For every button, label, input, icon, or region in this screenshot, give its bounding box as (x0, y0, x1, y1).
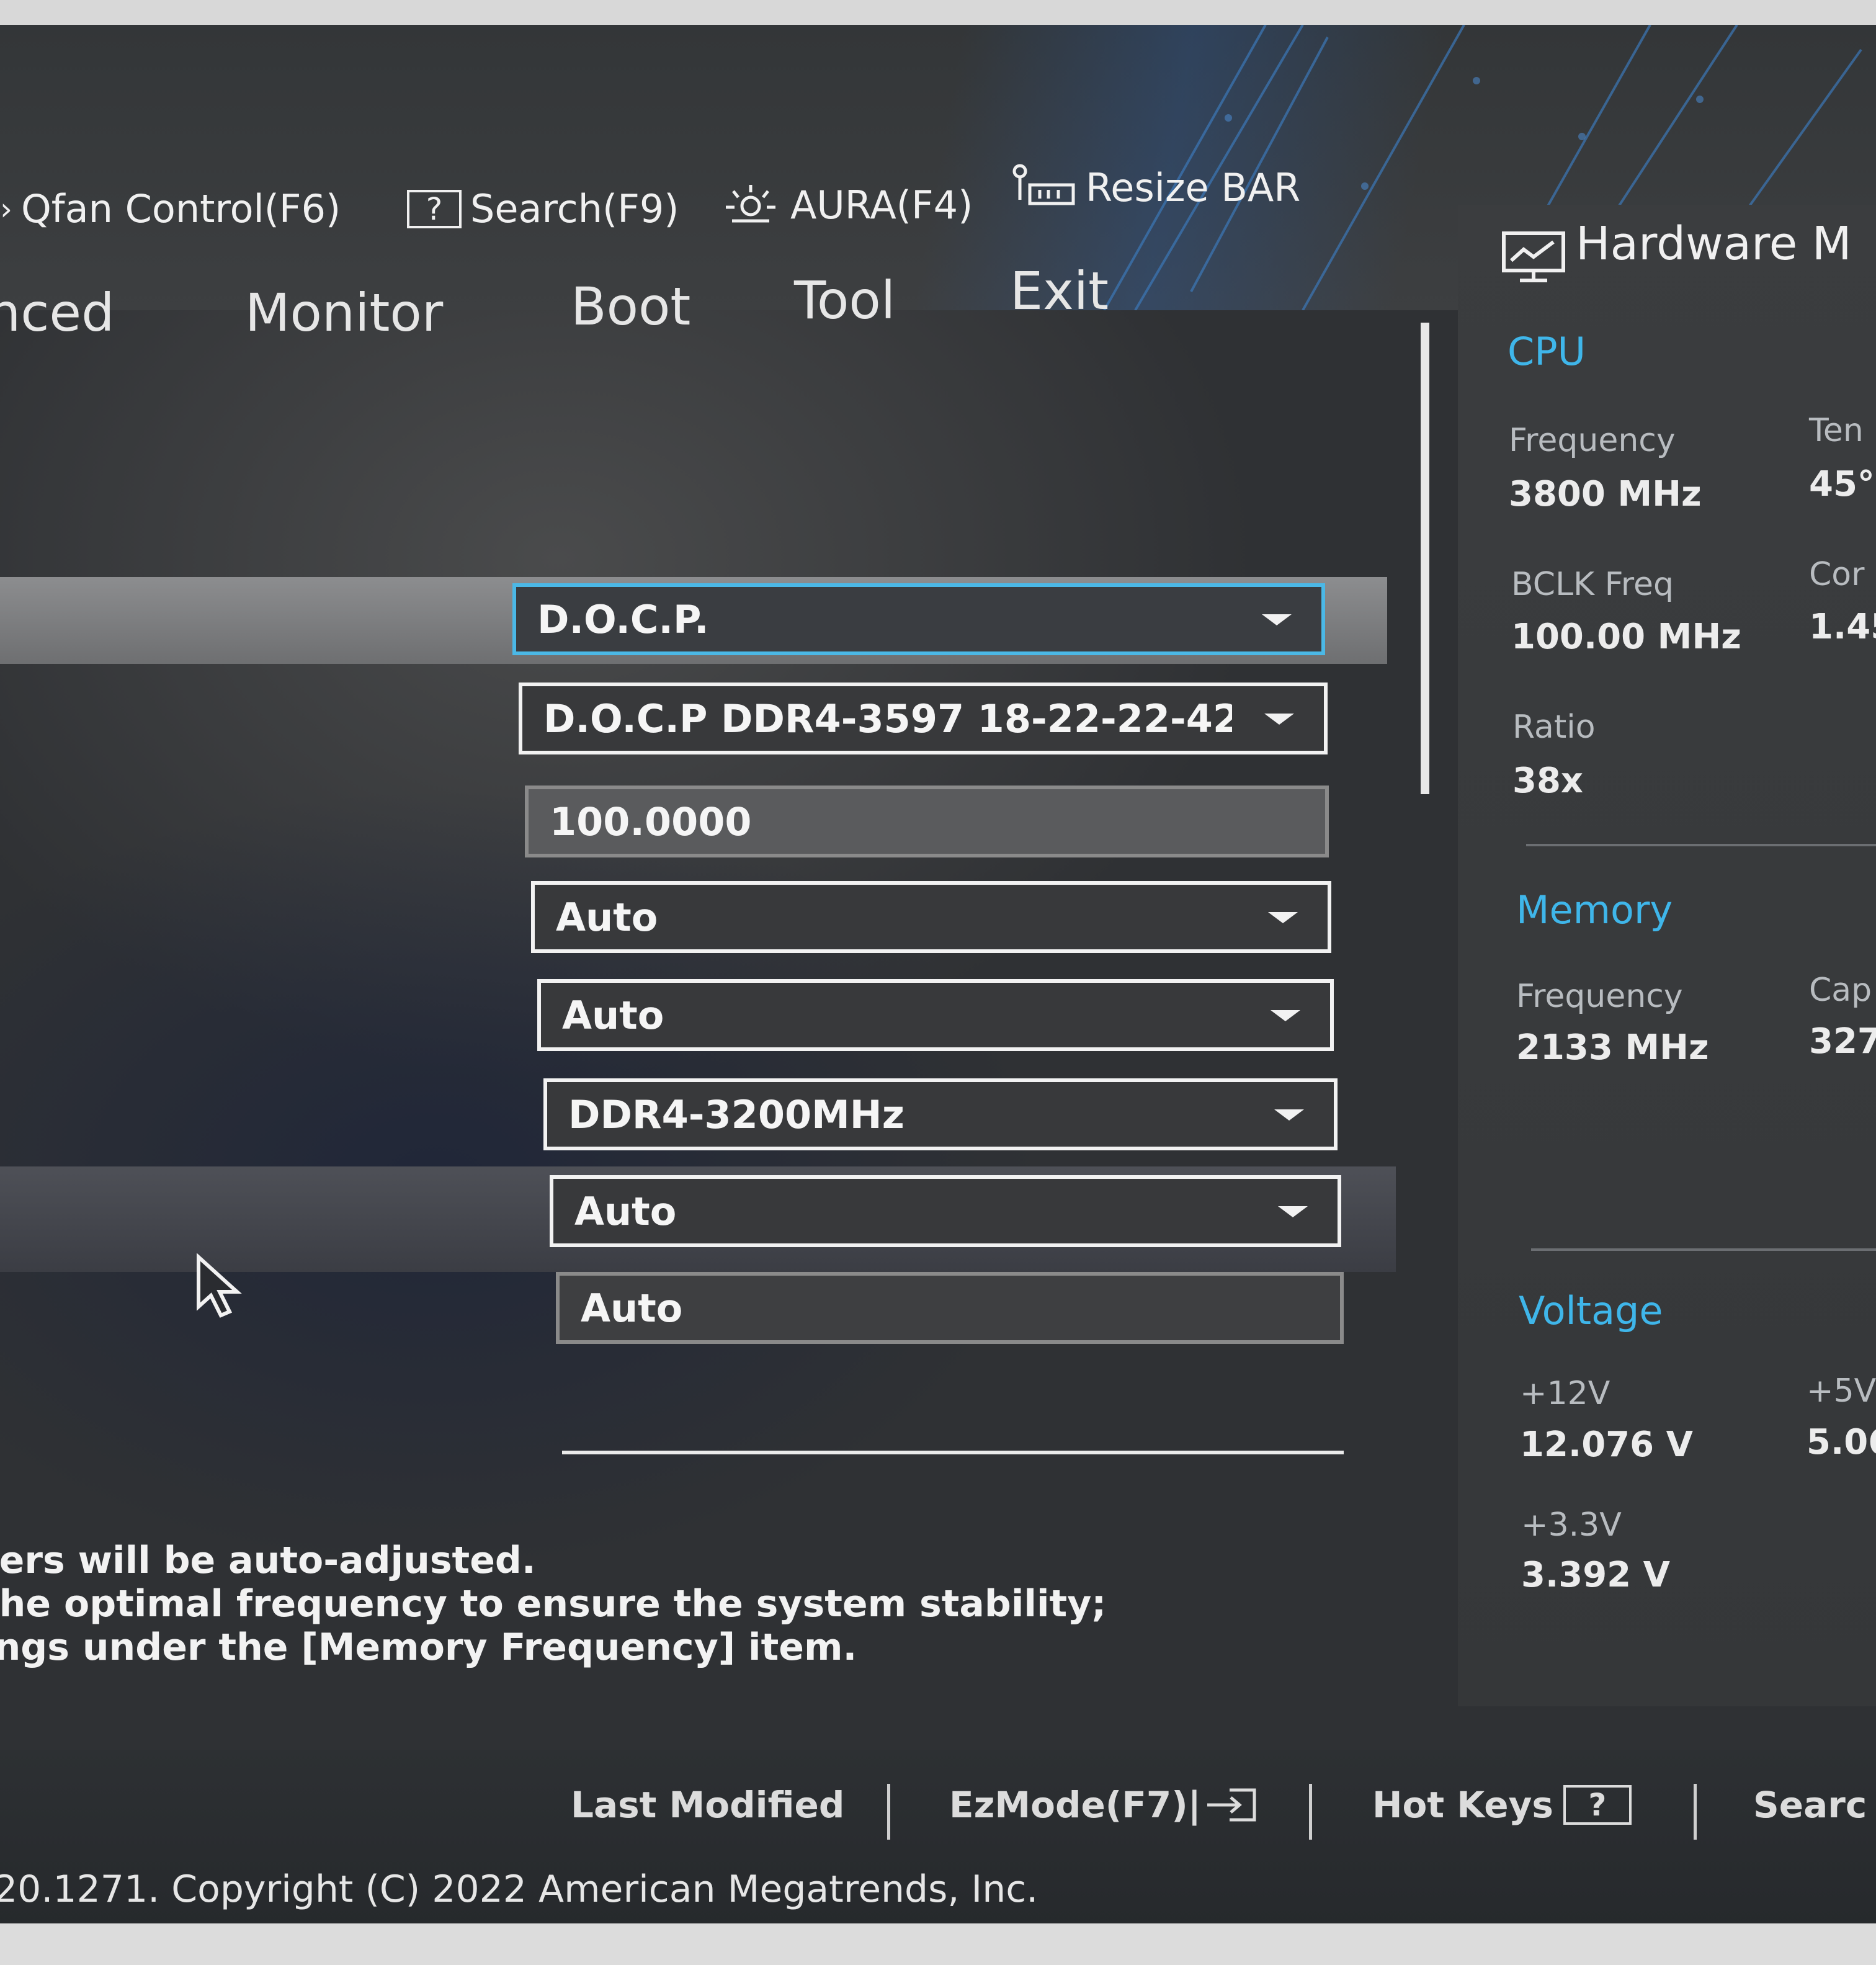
tab-tool[interactable]: Tool (794, 270, 895, 331)
footer-search-label: Searc (1753, 1784, 1867, 1826)
tab-advanced[interactable]: nced (0, 282, 114, 343)
field-value: DDR4-3200MHz (568, 1091, 904, 1137)
ratio-label: Ratio (1512, 709, 1596, 746)
last-modified-label: Last Modified (571, 1784, 845, 1826)
dropdown-caret-icon (1274, 1109, 1304, 1121)
resize-bar-label: Resize BAR (1086, 164, 1301, 210)
bios-screen: › Qfan Control(F6) ? Search(F9) AURA(F4) (0, 0, 1876, 1965)
settings-divider (562, 1451, 1344, 1454)
field-value: Auto (556, 894, 658, 940)
monitor-bezel-top (0, 0, 1876, 25)
v5-value: 5.06 (1807, 1422, 1876, 1462)
resize-bar-icon (1009, 163, 1077, 212)
voltage-heading: Voltage (1519, 1288, 1663, 1333)
fan-icon: › (0, 190, 12, 227)
search-label: Search(F9) (470, 186, 679, 231)
footer-separator (887, 1784, 890, 1840)
qfan-control-label: Qfan Control(F6) (21, 186, 341, 231)
exit-arrow-icon (1205, 1786, 1261, 1824)
copyright-text: 20.1271. Copyright (C) 2022 American Meg… (0, 1868, 1038, 1911)
setting-field-8[interactable]: Auto (556, 1272, 1344, 1344)
v12-label: +12V (1520, 1375, 1610, 1412)
cpu-frequency-label: Frequency (1509, 422, 1676, 459)
monitor-bezel-bottom (0, 1923, 1876, 1965)
v33-value: 3.392 V (1521, 1555, 1670, 1595)
hw-divider (1531, 1248, 1876, 1251)
qfan-control-button[interactable]: › Qfan Control(F6) (0, 186, 341, 231)
memory-frequency-value: 2133 MHz (1516, 1027, 1709, 1068)
memory-frequency-dropdown[interactable]: DDR4-3200MHz (543, 1078, 1338, 1150)
mouse-cursor-icon (197, 1253, 242, 1318)
ezmode-label: EzMode(F7)| (949, 1784, 1201, 1826)
dropdown-caret-icon (1264, 714, 1294, 725)
cpu-temp-label: Ten (1809, 412, 1864, 449)
hot-keys-label: Hot Keys (1372, 1784, 1553, 1826)
field-value: Auto (574, 1188, 677, 1234)
hw-divider (1526, 844, 1876, 846)
field-value: D.O.C.P. (537, 596, 709, 642)
setting-dropdown-7[interactable]: Auto (550, 1175, 1341, 1247)
ratio-value: 38x (1512, 761, 1584, 801)
last-modified-button[interactable]: Last Modified (571, 1784, 844, 1826)
memory-capacity-label: Cap (1809, 972, 1872, 1009)
aura-label: AURA(F4) (790, 182, 973, 228)
help-text-line-3: ings under the [Memory Frequency] item. (0, 1626, 857, 1669)
footer-separator (1694, 1784, 1697, 1840)
field-value: D.O.C.P DDR4-3597 18-22-22-42 (543, 696, 1232, 741)
search-button[interactable]: ? Search(F9) (407, 186, 679, 231)
cpu-temp-value: 45° (1809, 464, 1875, 504)
hotkeys-help-icon: ? (1563, 1785, 1632, 1825)
monitor-icon (1502, 231, 1565, 282)
ezmode-button[interactable]: EzMode(F7)| (949, 1784, 1261, 1826)
tab-monitor[interactable]: Monitor (245, 282, 443, 343)
v33-label: +3.3V (1521, 1506, 1622, 1544)
memory-frequency-label: Frequency (1516, 978, 1683, 1015)
help-text-line-1: ters will be auto-adjusted. (0, 1539, 536, 1582)
scrollbar[interactable] (1421, 323, 1429, 794)
footer-separator (1309, 1784, 1312, 1840)
dropdown-caret-icon (1271, 1010, 1300, 1021)
tab-exit[interactable]: Exit (1010, 261, 1109, 321)
v5-label: +5V (1807, 1372, 1876, 1410)
v12-value: 12.076 V (1520, 1425, 1693, 1465)
dropdown-caret-icon (1268, 912, 1298, 923)
cpu-frequency-value: 3800 MHz (1509, 474, 1702, 514)
search-help-icon: ? (407, 189, 462, 228)
aura-button[interactable]: AURA(F4) (720, 180, 973, 230)
memory-capacity-value: 327 (1809, 1021, 1876, 1062)
tab-boot[interactable]: Boot (571, 276, 690, 337)
aura-icon (720, 180, 782, 230)
field-value: 100.0000 (550, 799, 752, 844)
dropdown-caret-icon (1278, 1206, 1308, 1217)
search-on-faq-button[interactable]: Searc (1753, 1784, 1867, 1826)
docp-profile-dropdown[interactable]: D.O.C.P DDR4-3597 18-22-22-42 (519, 683, 1328, 754)
memory-heading: Memory (1516, 887, 1673, 933)
hardware-monitor-title: Hardware M (1576, 217, 1852, 271)
setting-dropdown-5[interactable]: Auto (537, 979, 1334, 1051)
resize-bar-button[interactable]: Resize BAR (1009, 163, 1300, 212)
dropdown-caret-icon (1262, 614, 1292, 625)
field-value: Auto (581, 1285, 683, 1331)
cpu-heading: CPU (1508, 329, 1586, 374)
core-voltage-value: 1.45 (1809, 607, 1876, 647)
ai-overclock-tuner-dropdown[interactable]: D.O.C.P. (512, 583, 1325, 655)
setting-dropdown-4[interactable]: Auto (531, 881, 1331, 953)
help-text-line-2: the optimal frequency to ensure the syst… (0, 1582, 1107, 1626)
bclk-freq-label: BCLK Freq (1511, 566, 1674, 603)
bclk-freq-value: 100.00 MHz (1511, 617, 1741, 657)
bclk-frequency-field[interactable]: 100.0000 (525, 786, 1329, 857)
core-voltage-label: Cor (1809, 556, 1865, 593)
hot-keys-button[interactable]: Hot Keys ? (1372, 1784, 1632, 1826)
field-value: Auto (562, 992, 664, 1038)
